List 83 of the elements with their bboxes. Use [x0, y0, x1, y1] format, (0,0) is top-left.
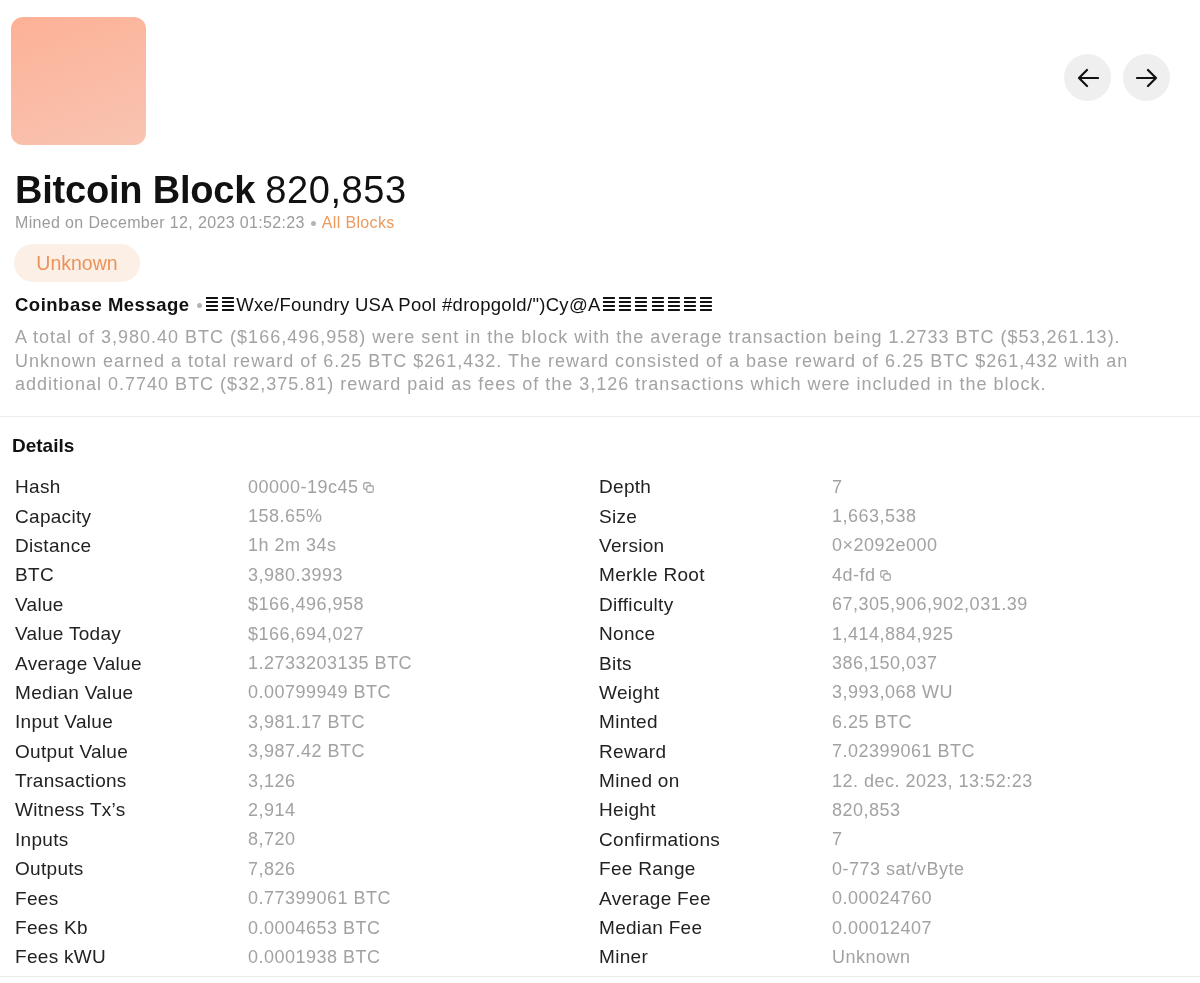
detail-label: Fee Range — [599, 858, 697, 881]
detail-value: 0.00012407 — [832, 917, 933, 939]
detail-label: Median Value — [15, 681, 135, 704]
detail-label: Fees Kb — [15, 917, 89, 940]
detail-label: BTC — [15, 564, 55, 587]
block-number: 820,853 — [265, 168, 407, 213]
detail-label: Difficulty — [599, 593, 675, 616]
detail-value: 67,305,906,902,031.39 — [832, 594, 1028, 616]
detail-value: 1,663,538 — [832, 506, 917, 528]
detail-value: 386,150,037 — [832, 653, 938, 675]
detail-label: Weight — [599, 681, 661, 704]
detail-label: Average Fee — [599, 887, 712, 910]
miner-badge: Unknown — [14, 244, 140, 282]
detail-label: Average Value — [15, 652, 143, 675]
detail-label: Reward — [599, 740, 668, 763]
detail-value: 0.77399061 BTC — [248, 888, 392, 910]
detail-label: Input Value — [15, 711, 115, 734]
detail-label: Height — [599, 799, 657, 822]
detail-label: Inputs — [15, 828, 70, 851]
detail-value: 0×2092e000 — [832, 535, 938, 557]
detail-label: Mined on — [599, 770, 681, 793]
arrow-left-icon — [1076, 67, 1099, 88]
detail-label: Bits — [599, 652, 633, 675]
detail-label: Distance — [15, 534, 93, 557]
detail-value: 0.00799949 BTC — [248, 682, 392, 704]
detail-value: 2,914 — [248, 800, 296, 821]
detail-value: 3,981.17 BTC — [248, 711, 366, 733]
coinbase-label: Coinbase Message — [15, 293, 190, 317]
detail-value: 0.00024760 — [832, 888, 933, 910]
detail-value: 00000-19c45 — [248, 476, 359, 498]
detail-value: Unknown — [832, 946, 911, 968]
detail-label: Value — [15, 593, 65, 616]
arrow-right-icon — [1135, 67, 1158, 88]
detail-value: 3,993,068 WU — [832, 682, 954, 704]
detail-label: Confirmations — [599, 828, 722, 851]
detail-value: 0-773 sat/vByte — [832, 858, 965, 880]
detail-label: Fees kWU — [15, 946, 108, 969]
separator-dot-icon — [310, 220, 316, 226]
detail-label: Depth — [599, 476, 653, 499]
detail-value: 7 — [832, 476, 843, 498]
mined-date: Mined on December 12, 2023 01:52:23 — [15, 213, 305, 233]
detail-value: $166,496,958 — [248, 594, 365, 616]
detail-label: Version — [599, 534, 666, 557]
detail-label: Outputs — [15, 858, 85, 881]
detail-label: Merkle Root — [599, 564, 706, 587]
detail-value: 158.65% — [248, 506, 323, 528]
next-button[interactable] — [1123, 54, 1170, 101]
detail-value: 3,126 — [248, 770, 296, 792]
previous-button[interactable] — [1064, 54, 1111, 101]
detail-value: 4d-fd — [832, 564, 876, 586]
detail-value: 3,980.3993 — [248, 564, 344, 586]
detail-label: Capacity — [15, 505, 93, 528]
detail-label: Value Today — [15, 623, 123, 646]
detail-value: 820,853 — [832, 800, 901, 821]
coinbase-message: ≣≣Wxe/Foundry USA Pool #dropgold/")Cy@A≣≣≣≣≣≣≣ — [203, 293, 715, 317]
detail-value: 1,414,884,925 — [832, 623, 954, 645]
detail-label: Minted — [599, 711, 659, 734]
detail-label: Transactions — [15, 770, 128, 793]
all-blocks-link[interactable]: All Blocks — [321, 213, 395, 233]
detail-label: Miner — [599, 946, 649, 969]
detail-label: Size — [599, 505, 639, 528]
detail-value: 8,720 — [248, 829, 296, 851]
detail-value: 0.0001938 BTC — [248, 946, 381, 968]
detail-value: 1.2733203135 BTC — [248, 653, 413, 675]
detail-label: Output Value — [15, 740, 130, 763]
block-summary: A total of 3,980.40 BTC ($166,496,958) were sent in the block with the average transaction being 1.2733 BTC ($53,261.13). Unknown earned a total reward of 6.25 BTC $261,432. The reward consisted of a base reward of 6.25 BTC $261,432 with an additional 0.7740 BTC ($32,375.81) reward paid as fees of the 3,126 transactions which were included in the block. — [15, 326, 1130, 396]
detail-label: Nonce — [599, 623, 657, 646]
detail-value: 0.0004653 BTC — [248, 917, 381, 939]
page-title: Bitcoin Block — [15, 168, 256, 213]
detail-value: 1h 2m 34s — [248, 535, 337, 557]
detail-label: Witness Tx’s — [15, 799, 127, 822]
detail-label: Fees — [15, 887, 60, 910]
detail-value: 7.02399061 BTC — [832, 741, 976, 763]
detail-value: 7,826 — [248, 858, 296, 880]
detail-label: Median Fee — [599, 917, 704, 940]
detail-value: 3,987.42 BTC — [248, 741, 366, 763]
detail-value: 7 — [832, 829, 843, 851]
details-heading: Details — [12, 434, 75, 456]
separator-dot-icon — [196, 302, 202, 308]
detail-value: 12. dec. 2023, 13:52:23 — [832, 770, 1033, 792]
detail-value: $166,694,027 — [248, 623, 365, 645]
detail-label: Hash — [15, 476, 62, 499]
detail-value: 6.25 BTC — [832, 711, 913, 733]
